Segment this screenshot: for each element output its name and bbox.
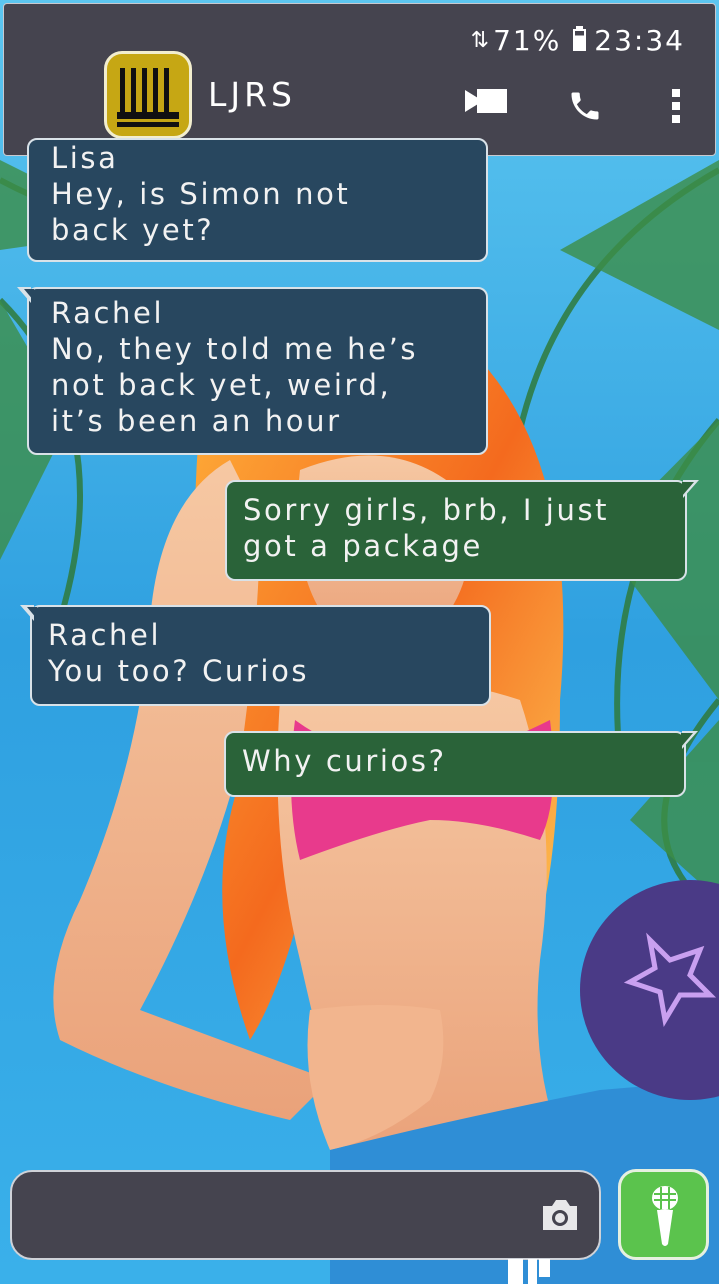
status-bar: ⇅ 71% 23:34 [471, 20, 685, 60]
message-text: got a package [243, 529, 483, 563]
bottom-handle-icon [508, 1259, 550, 1284]
message-text: Sorry girls, brb, I just [243, 493, 610, 527]
message-incoming[interactable]: Lisa Hey, is Simon not back yet? [27, 138, 488, 262]
message-composer [10, 1170, 601, 1260]
battery-percent: 71% [493, 23, 562, 57]
message-outgoing[interactable]: Sorry girls, brb, I just got a package [225, 480, 699, 581]
video-call-icon[interactable] [465, 86, 509, 116]
message-text: You too? Curios [48, 654, 310, 688]
battery-icon [573, 26, 587, 51]
voice-record-button[interactable] [618, 1169, 709, 1260]
message-incoming[interactable]: Rachel You too? Curios [20, 605, 491, 706]
bubble-tail [681, 731, 698, 749]
more-vert-icon[interactable] [671, 88, 681, 124]
bubble-tail [682, 480, 699, 498]
contact-avatar[interactable] [104, 51, 192, 139]
chat-header: ⇅ 71% 23:34 LJRS [3, 3, 716, 156]
jail-bars-icon [117, 68, 179, 127]
message-text: Why curios? [242, 744, 447, 778]
message-text: it’s been an hour [51, 404, 342, 438]
message-sender: Rachel [51, 296, 165, 330]
phone-icon[interactable] [567, 88, 603, 124]
message-outgoing[interactable]: Why curios? [224, 731, 698, 797]
message-text: not back yet, weird, [51, 368, 392, 402]
bubble-tail [17, 287, 34, 303]
message-sender: Rachel [48, 618, 162, 652]
message-incoming[interactable]: Rachel No, they told me he’s not back ye… [17, 287, 488, 455]
clock: 23:34 [594, 23, 685, 57]
microphone-icon [652, 1186, 678, 1246]
message-sender: Lisa [51, 141, 119, 175]
message-input[interactable] [32, 1190, 536, 1242]
message-text: Hey, is Simon not [51, 177, 351, 211]
message-text: back yet? [51, 213, 215, 247]
bubble-tail [20, 605, 37, 621]
message-text: No, they told me he’s [51, 332, 419, 366]
camera-icon[interactable] [539, 1194, 581, 1236]
contact-name[interactable]: LJRS [208, 75, 296, 114]
data-transfer-icon: ⇅ [470, 27, 489, 53]
